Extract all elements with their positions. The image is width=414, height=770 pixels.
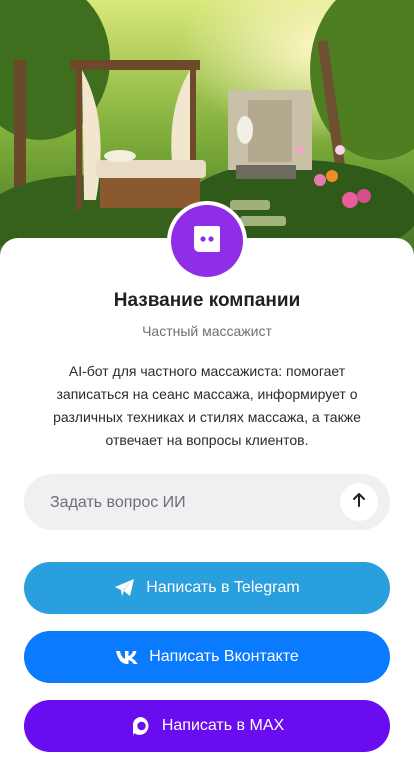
max-button[interactable]: Написать в MAX bbox=[24, 700, 390, 752]
vk-button-label: Написать Вконтакте bbox=[149, 648, 299, 665]
max-icon bbox=[130, 715, 152, 737]
telegram-button[interactable]: Написать в Telegram bbox=[24, 562, 390, 614]
company-avatar bbox=[167, 201, 247, 281]
telegram-button-label: Написать в Telegram bbox=[146, 579, 300, 596]
ask-ai-input[interactable] bbox=[48, 474, 352, 532]
telegram-icon bbox=[114, 578, 136, 598]
vk-button[interactable]: Написать Вконтакте bbox=[24, 631, 390, 683]
vk-icon bbox=[115, 649, 139, 665]
company-description: AI-бот для частного массажиста: помогает… bbox=[53, 363, 361, 448]
company-subtitle: Частный массажист bbox=[142, 323, 272, 339]
max-button-label: Написать в MAX bbox=[161, 717, 285, 734]
chat-bubble-icon bbox=[190, 222, 224, 261]
arrow-up-icon bbox=[350, 491, 368, 514]
ask-ai-field bbox=[24, 474, 390, 532]
company-name: Название компании bbox=[113, 290, 301, 311]
send-button[interactable] bbox=[340, 483, 378, 521]
